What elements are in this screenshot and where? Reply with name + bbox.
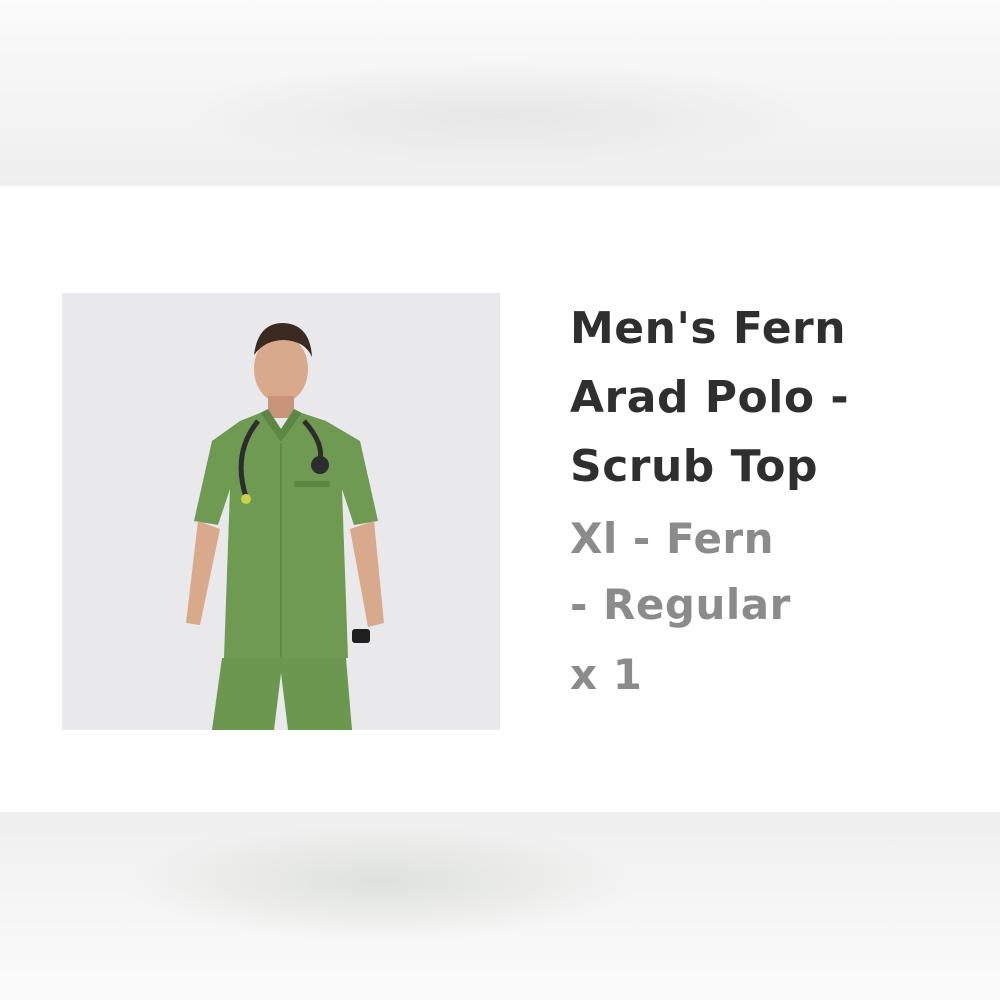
quantity-label: x 1 [570,650,643,699]
blurred-background-top [0,0,1000,186]
blurred-background-bottom [0,812,1000,1000]
page: Men's Fern Arad Polo - Scrub Top Xl - Fe… [0,0,1000,1000]
product-details: Men's Fern Arad Polo - Scrub Top Xl - Fe… [570,294,970,708]
product-variant: Xl - Fern - Regular [570,506,970,638]
product-image[interactable] [62,293,500,730]
product-title-line: Scrub Top [570,441,819,492]
model-in-scrub-top-illustration [62,293,500,730]
cart-item-card: Men's Fern Arad Polo - Scrub Top Xl - Fe… [0,186,1000,812]
product-title-line: Arad Polo - [570,372,850,423]
variant-line: Xl - Fern [570,514,775,563]
product-title[interactable]: Men's Fern Arad Polo - Scrub Top [570,294,970,501]
variant-line: - Regular [570,580,791,629]
product-title-line: Men's Fern [570,303,847,354]
